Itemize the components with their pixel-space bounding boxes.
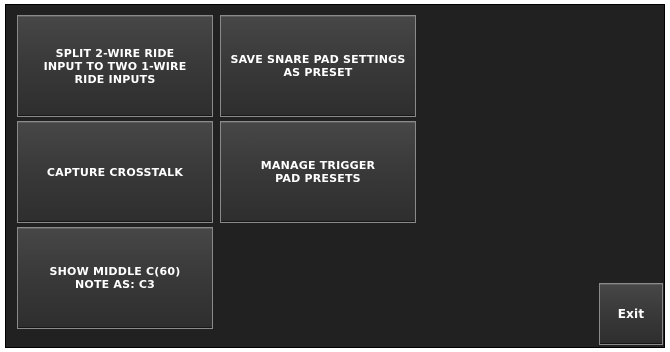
split-ride-input-button[interactable]: SPLIT 2-WIRE RIDE INPUT TO TWO 1-WIRE RI… [17, 15, 213, 117]
middle-c-note-toggle-button[interactable]: SHOW MIDDLE C(60) NOTE AS: C3 [17, 227, 213, 329]
manage-trigger-presets-button[interactable]: MANAGE TRIGGER PAD PRESETS [220, 121, 416, 223]
utility-menu-screen: SPLIT 2-WIRE RIDE INPUT TO TWO 1-WIRE RI… [5, 4, 665, 348]
exit-button[interactable]: Exit [599, 283, 663, 345]
capture-crosstalk-button[interactable]: CAPTURE CROSSTALK [17, 121, 213, 223]
save-snare-preset-button[interactable]: SAVE SNARE PAD SETTINGS AS PRESET [220, 15, 416, 117]
